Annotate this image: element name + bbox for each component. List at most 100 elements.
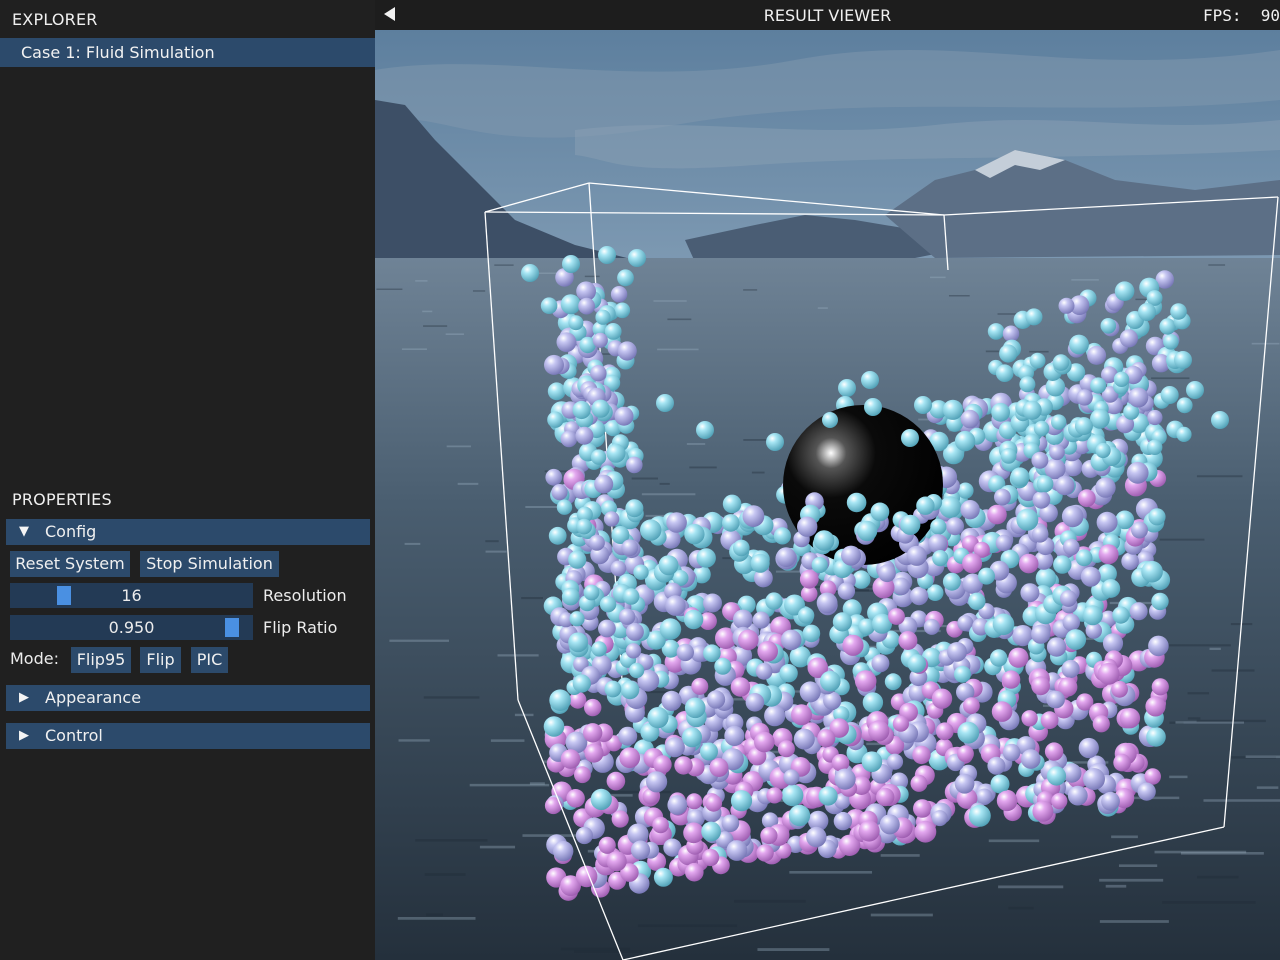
flip-ratio-slider[interactable]: 0.950 xyxy=(10,615,253,640)
3d-viewport[interactable] xyxy=(375,30,1280,960)
fluid-particle xyxy=(914,820,937,843)
fluid-particle xyxy=(568,632,588,653)
fluid-particle xyxy=(598,619,616,638)
fluid-particle xyxy=(656,394,674,412)
fluid-particle xyxy=(1119,329,1138,348)
fluid-particle xyxy=(978,567,995,585)
fluid-particle xyxy=(892,715,910,732)
fluid-particle xyxy=(575,826,593,845)
fluid-particle xyxy=(932,550,949,567)
fluid-particle xyxy=(1047,690,1065,709)
fluid-particle xyxy=(755,662,773,680)
fluid-particle xyxy=(1062,613,1080,632)
fluid-particle xyxy=(906,545,927,566)
fluid-particle xyxy=(572,400,591,420)
fluid-particle xyxy=(691,677,709,695)
fluid-particle xyxy=(620,680,640,700)
fluid-particle xyxy=(832,612,852,632)
fluid-particle xyxy=(629,662,645,679)
flip-ratio-label: Flip Ratio xyxy=(263,618,338,637)
fluid-particle xyxy=(614,406,634,426)
fluid-particle xyxy=(777,740,795,758)
fluid-particle xyxy=(722,494,742,514)
fluid-particle xyxy=(543,716,565,737)
fluid-particle xyxy=(1148,508,1166,526)
fluid-particle xyxy=(684,523,705,545)
fluid-particle xyxy=(1090,408,1110,429)
fluid-particle xyxy=(709,758,729,777)
fluid-particle xyxy=(647,707,669,729)
fluid-particle xyxy=(617,341,637,361)
fluid-particle xyxy=(628,249,646,267)
fluid-particle xyxy=(547,382,566,401)
resolution-slider[interactable]: 16 xyxy=(10,583,253,608)
mode-flip-button[interactable]: Flip xyxy=(140,647,181,673)
fluid-particle xyxy=(1055,475,1075,496)
config-section-header[interactable]: ▼ Config xyxy=(6,519,370,545)
fluid-particle xyxy=(686,793,703,810)
fluid-particle xyxy=(750,553,770,573)
fluid-particle xyxy=(578,297,595,315)
stop-simulation-button[interactable]: Stop Simulation xyxy=(140,551,279,577)
fluid-particle xyxy=(1147,409,1163,426)
fluid-particle xyxy=(886,753,904,770)
fluid-particle xyxy=(1032,800,1054,822)
fluid-particle xyxy=(837,582,856,600)
fluid-particle xyxy=(871,654,890,673)
fluid-particle xyxy=(765,592,783,610)
fluid-particle xyxy=(876,787,895,807)
fluid-particle xyxy=(1092,715,1110,733)
fluid-particle xyxy=(667,795,688,815)
fluid-particle xyxy=(1137,782,1156,801)
resolution-value: 16 xyxy=(121,586,142,605)
fluid-particle xyxy=(968,592,986,610)
fluid-particle xyxy=(584,743,604,763)
explorer-item-fluid-simulation[interactable]: Case 1: Fluid Simulation xyxy=(0,38,375,67)
fluid-particle xyxy=(928,534,948,554)
fluid-particle xyxy=(733,539,750,557)
fluid-particle xyxy=(766,787,783,804)
fluid-particle xyxy=(935,722,954,741)
reset-system-button[interactable]: Reset System xyxy=(10,551,130,577)
fluid-particle xyxy=(599,596,617,613)
control-section-header[interactable]: ▶ Control xyxy=(6,723,370,749)
appearance-section-header[interactable]: ▶ Appearance xyxy=(6,685,370,711)
fluid-particle xyxy=(566,789,585,808)
fluid-particle xyxy=(901,429,919,447)
fluid-particle xyxy=(779,664,798,683)
fluid-particle xyxy=(1163,334,1179,350)
fluid-particle xyxy=(1019,376,1036,393)
fluid-particle xyxy=(1119,708,1141,729)
fluid-particle xyxy=(544,354,564,375)
fluid-particle xyxy=(591,641,607,657)
fluid-particle xyxy=(838,379,856,397)
fluid-particle xyxy=(914,396,932,414)
mode-flip95-button[interactable]: Flip95 xyxy=(71,647,131,673)
fluid-particle xyxy=(954,665,971,683)
mode-pic-button[interactable]: PIC xyxy=(191,647,228,673)
fluid-particle xyxy=(701,821,721,842)
fluid-particle xyxy=(572,674,591,693)
fluid-particle xyxy=(954,430,976,452)
fluid-particle xyxy=(606,771,626,791)
fluid-particle xyxy=(793,728,815,750)
fluid-particle xyxy=(1128,387,1149,408)
fluid-particle xyxy=(1126,461,1149,484)
fluid-particle xyxy=(912,745,931,765)
fluid-particle xyxy=(1046,766,1067,786)
fluid-particle xyxy=(862,692,884,713)
fluid-particle xyxy=(676,643,694,662)
fluid-particle xyxy=(783,769,800,786)
fluid-particle xyxy=(652,816,669,834)
fluid-particle xyxy=(683,822,704,844)
fluid-particle xyxy=(1018,553,1039,574)
fluid-particle xyxy=(968,804,991,827)
fluid-particle xyxy=(674,756,693,775)
fluid-particle xyxy=(661,690,682,712)
fluid-particle xyxy=(733,609,753,630)
fluid-scene[interactable] xyxy=(375,30,1280,960)
fluid-particle xyxy=(574,766,591,784)
fluid-particle xyxy=(797,516,818,537)
fluid-particle xyxy=(630,840,651,860)
explorer-panel: EXPLORER Case 1: Fluid Simulation xyxy=(0,0,375,482)
